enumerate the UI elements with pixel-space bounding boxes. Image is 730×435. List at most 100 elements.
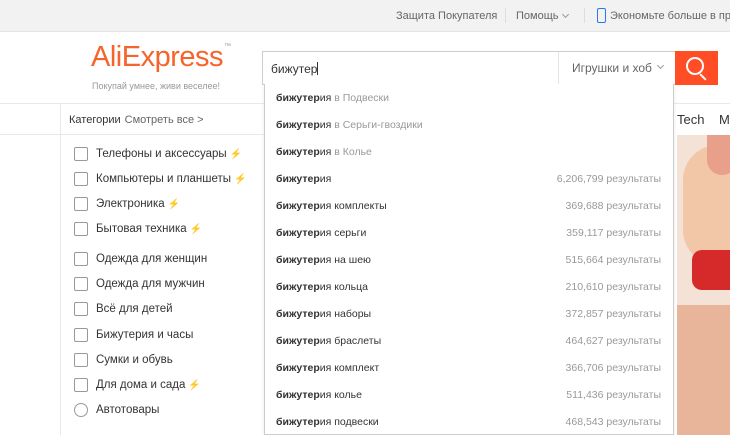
left-strip bbox=[0, 104, 60, 135]
suggestion-match: бижутер bbox=[276, 308, 320, 320]
suggestion-item[interactable]: бижутерия наборы 372,857 результаты bbox=[265, 300, 673, 327]
suggestion-rest: ия кольца bbox=[319, 281, 368, 293]
search-box[interactable]: бижутер Игрушки и хоб bbox=[262, 51, 675, 85]
suggestion-item[interactable]: бижутерия серьги 359,117 результаты bbox=[265, 219, 673, 246]
category-label: Одежда для женщин bbox=[96, 253, 208, 265]
suggestion-item[interactable]: бижутерия 6,206,799 результаты bbox=[265, 165, 673, 192]
suggestion-rest: ия комплект bbox=[319, 362, 380, 374]
suggestion-count: 6,206,799 результаты bbox=[556, 173, 661, 185]
suggestion-item[interactable]: бижутерия браслеты 464,627 результаты bbox=[265, 327, 673, 354]
logo-text: AliExpress bbox=[91, 41, 224, 73]
dress-icon bbox=[74, 252, 88, 266]
suggestion-match: бижутер bbox=[276, 362, 320, 374]
suggestion-rest: ия bbox=[319, 146, 332, 158]
category-label: Бижутерия и часы bbox=[96, 329, 194, 341]
suggestion-match: бижутер bbox=[276, 119, 320, 131]
suggestion-item[interactable]: бижутерия комплекты 369,688 результаты bbox=[265, 192, 673, 219]
banner-shape bbox=[692, 250, 730, 290]
search-category-label: Игрушки и хоб bbox=[572, 61, 652, 75]
suggestion-rest: ия bbox=[319, 119, 332, 131]
suggestion-item[interactable]: бижутерия колье 511,436 результаты bbox=[265, 381, 673, 408]
baby-bottle-icon bbox=[74, 302, 88, 316]
app-promo-link[interactable]: Экономьте больше в при bbox=[610, 10, 730, 22]
suggestion-item[interactable]: бижутерия кольца 210,610 результаты bbox=[265, 273, 673, 300]
nav-link-tech[interactable]: Tech bbox=[677, 112, 704, 127]
suggestion-count: 210,610 результаты bbox=[565, 281, 661, 293]
bolt-icon: ⚡ bbox=[189, 224, 203, 235]
help-menu[interactable]: Помощь bbox=[516, 10, 569, 22]
nav-link-m[interactable]: M bbox=[719, 112, 730, 127]
category-label: Одежда для мужчин bbox=[96, 278, 205, 290]
suggestion-count: 515,664 результаты bbox=[565, 254, 661, 266]
suggestion-category: в Колье bbox=[331, 146, 372, 158]
suggestion-match: бижутер bbox=[276, 254, 320, 266]
categories-header: Категории Смотреть все > bbox=[60, 104, 264, 135]
jewelry-icon bbox=[74, 328, 88, 342]
wheel-icon bbox=[74, 403, 88, 417]
phone-icon bbox=[74, 147, 88, 161]
search-icon-handle bbox=[699, 73, 707, 81]
text-caret bbox=[317, 62, 319, 75]
category-label: Телефоны и аксессуары bbox=[96, 148, 227, 160]
shirt-icon bbox=[74, 277, 88, 291]
suggestion-category: в Серьги-гвоздики bbox=[331, 119, 423, 131]
suggestion-item[interactable]: бижутерия на шею 515,664 результаты bbox=[265, 246, 673, 273]
laptop-icon bbox=[74, 172, 88, 186]
suggestion-count: 369,688 результаты bbox=[565, 200, 661, 212]
see-all-categories-link[interactable]: Смотреть все > bbox=[125, 114, 204, 126]
suggestion-count: 372,857 результаты bbox=[565, 308, 661, 320]
search-button[interactable] bbox=[675, 51, 718, 85]
suggestion-item[interactable]: бижутерия в Подвески bbox=[265, 84, 673, 111]
suggestion-match: бижутер bbox=[276, 389, 320, 401]
bolt-icon: ⚡ bbox=[234, 174, 247, 185]
suggestion-count: 366,706 результаты bbox=[565, 362, 661, 374]
suggestion-item[interactable]: бижутерия в Серьги-гвоздики bbox=[265, 111, 673, 138]
suggestion-rest: ия колье bbox=[319, 389, 362, 401]
aliexpress-logo[interactable]: AliExpress™ bbox=[91, 41, 231, 74]
suggestion-count: 464,627 результаты bbox=[565, 335, 661, 347]
mobile-phone-icon bbox=[597, 8, 606, 23]
suggestion-match: бижутер bbox=[276, 173, 320, 185]
suggestion-rest: ия подвески bbox=[319, 416, 379, 428]
category-label: Всё для детей bbox=[96, 303, 173, 315]
suggestion-match: бижутер bbox=[276, 416, 320, 428]
bolt-icon: ⚡ bbox=[229, 149, 243, 160]
suggestion-match: бижутер bbox=[276, 227, 320, 239]
sofa-icon bbox=[74, 378, 88, 392]
chevron-down-icon bbox=[561, 10, 569, 19]
trademark-mark: ™ bbox=[224, 43, 231, 50]
suggestion-item[interactable]: бижутерия в Колье bbox=[265, 138, 673, 165]
category-label: Сумки и обувь bbox=[96, 354, 173, 366]
suggestion-match: бижутер bbox=[276, 335, 320, 347]
bag-icon bbox=[74, 353, 88, 367]
chevron-down-icon bbox=[656, 61, 665, 70]
buyer-protection-link[interactable]: Защита Покупателя bbox=[396, 10, 497, 22]
suggestion-category: в Подвески bbox=[331, 92, 390, 104]
banner-shape bbox=[677, 305, 730, 435]
banner-shape bbox=[707, 135, 730, 175]
suggestion-rest: ия на шею bbox=[319, 254, 371, 266]
appliance-icon bbox=[74, 222, 88, 236]
suggestion-item[interactable]: бижутерия подвески 468,543 результаты bbox=[265, 408, 673, 435]
category-sidebar: Телефоны и аксессуары ⚡ Компьютеры и план… bbox=[60, 135, 264, 435]
tv-icon bbox=[74, 197, 88, 211]
bolt-icon: ⚡ bbox=[167, 199, 181, 210]
suggestion-match: бижутер bbox=[276, 200, 320, 212]
category-label: Автотовары bbox=[96, 404, 160, 416]
suggestion-rest: ия наборы bbox=[319, 308, 372, 320]
suggestion-count: 359,117 результаты bbox=[566, 227, 661, 239]
search-icon bbox=[686, 57, 704, 75]
help-label: Помощь bbox=[516, 10, 559, 22]
suggestion-rest: ия браслеты bbox=[319, 335, 382, 347]
search-suggestions-dropdown: бижутерия в Подвески бижутерия в Серьги-… bbox=[264, 84, 674, 435]
slogan: Покупай умнее, живи веселее! bbox=[92, 81, 220, 91]
suggestion-match: бижутер bbox=[276, 92, 320, 104]
categories-title: Категории bbox=[69, 114, 121, 126]
search-input[interactable]: бижутер bbox=[271, 62, 319, 76]
search-category-select[interactable]: Игрушки и хоб bbox=[558, 52, 676, 84]
suggestion-rest: ия bbox=[319, 173, 332, 185]
suggestion-item[interactable]: бижутерия комплект 366,706 результаты bbox=[265, 354, 673, 381]
category-label: Электроника bbox=[96, 198, 165, 210]
promo-banner-image[interactable] bbox=[677, 135, 730, 435]
suggestion-match: бижутер bbox=[276, 281, 320, 293]
